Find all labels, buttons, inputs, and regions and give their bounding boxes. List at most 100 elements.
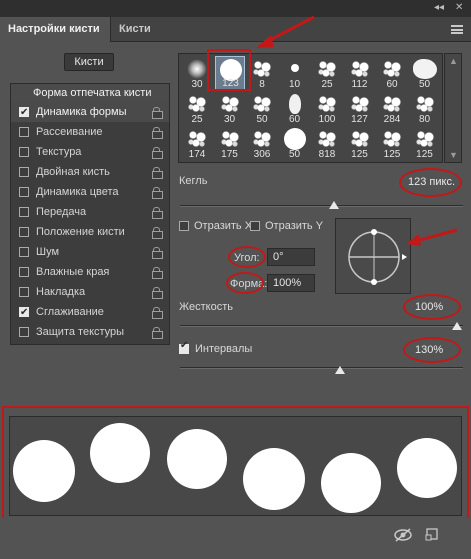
brush-tip-cell[interactable]: 125 [410,126,440,160]
spacing-slider-thumb[interactable] [335,366,345,374]
brush-tip-cell[interactable]: 25 [182,91,212,125]
lock-icon[interactable] [152,167,163,179]
setting-checkbox[interactable] [19,227,29,237]
lock-icon[interactable] [152,127,163,139]
setting-item[interactable]: Текстура [11,142,169,162]
hardness-slider-track[interactable] [180,325,463,327]
lock-icon[interactable] [152,267,163,279]
setting-checkbox[interactable] [19,207,29,217]
brush-tip-preview-icon [288,94,301,114]
setting-checkbox[interactable] [19,103,29,123]
lock-icon[interactable] [152,147,163,159]
lock-icon[interactable] [152,307,163,319]
roundness-input[interactable]: 100% [267,274,315,292]
spacing-slider-track[interactable] [180,367,463,369]
setting-item[interactable]: Накладка [11,282,169,302]
brush-tip-preview-icon [349,129,370,149]
angle-input[interactable]: 0° [267,248,315,266]
panel-menu-icon[interactable] [451,25,463,34]
brush-tip-size: 125 [351,149,368,160]
brush-tip-cell[interactable]: 818 [312,126,342,160]
setting-item[interactable]: Сглаживание [11,302,169,323]
brush-tip-cell[interactable]: 50 [280,126,310,160]
setting-item[interactable]: Рассеивание [11,122,169,142]
brush-tip-cell[interactable]: 10 [280,56,310,90]
brush-tip-cell[interactable]: 306 [247,126,277,160]
collapse-icon[interactable]: ◂◂ [434,2,444,13]
close-icon[interactable]: ✕ [455,2,463,13]
tab-brushes[interactable]: Кисти [111,17,159,42]
spacing-checkbox[interactable] [179,340,189,354]
size-slider-track[interactable] [180,205,463,207]
setting-item[interactable]: Динамика цвета [11,182,169,202]
scroll-up-icon[interactable]: ▲ [449,56,458,66]
create-new-brush-icon[interactable] [425,527,439,541]
brush-tip-cell[interactable]: 100 [312,91,342,125]
lock-icon[interactable] [152,187,163,199]
brush-tip-cell[interactable]: 175 [215,126,245,160]
brush-tip-cell[interactable]: 60 [280,91,310,125]
brush-tip-cell[interactable]: 8 [247,56,277,90]
brush-tip-cell[interactable]: 125 [345,126,375,160]
brush-tip-cell[interactable]: 30 [215,91,245,125]
preview-dab [321,453,381,513]
size-slider-thumb[interactable] [329,201,339,209]
setting-item[interactable]: Передача [11,202,169,222]
grid-scrollbar[interactable]: ▲ ▼ [444,53,462,163]
setting-item[interactable]: Двойная кисть [11,162,169,182]
brush-tip-size: 60 [288,114,301,125]
setting-item[interactable]: Влажные края [11,262,169,282]
flip-x-checkbox[interactable] [179,221,189,231]
annotation-oval-spacing [403,337,461,363]
setting-label: Динамика формы [36,106,127,118]
setting-checkbox[interactable] [19,267,29,277]
lock-icon[interactable] [152,327,163,339]
hardness-slider-thumb[interactable] [452,322,462,330]
setting-item[interactable]: Защита текстуры [11,322,169,342]
brush-tip-cell[interactable]: 60 [377,56,407,90]
lock-icon[interactable] [152,107,163,119]
setting-checkbox[interactable] [19,187,29,197]
spacing-label[interactable]: Интервалы [195,343,252,355]
brush-tip-cell[interactable]: 127 [345,91,375,125]
setting-checkbox[interactable] [19,147,29,157]
setting-checkbox[interactable] [19,167,29,177]
setting-checkbox[interactable] [19,287,29,297]
angle-roundness-dial[interactable] [335,218,411,294]
annotation-oval-hardness [403,294,461,320]
setting-item[interactable]: Динамика формы [11,102,169,123]
lock-icon[interactable] [152,247,163,259]
toggle-live-tip-icon[interactable] [393,528,413,542]
brush-tip-preview-icon [252,94,272,114]
brush-tip-cell[interactable]: 284 [377,91,407,125]
setting-checkbox[interactable] [19,127,29,137]
flip-x-label[interactable]: Отразить X [194,220,252,232]
brush-tip-cell[interactable]: 25 [312,56,342,90]
lock-icon[interactable] [152,287,163,299]
brush-tip-shape-item[interactable]: Форма отпечатка кисти [11,84,169,102]
setting-item[interactable]: Положение кисти [11,222,169,242]
angle-dial-graphic[interactable] [336,219,412,295]
preview-dab [397,438,457,498]
brush-tip-cell[interactable]: 80 [410,91,440,125]
setting-label: Накладка [36,286,86,298]
brush-settings-list: Форма отпечатка кисти Динамика формы Расс… [10,83,170,345]
brush-tip-cell[interactable]: 50 [410,56,440,90]
brushes-button[interactable]: Кисти [64,53,114,71]
setting-checkbox[interactable] [19,327,29,337]
flip-y-label[interactable]: Отразить Y [265,220,323,232]
panel-bottom-bar [0,518,471,559]
brush-tip-cell[interactable]: 174 [182,126,212,160]
brush-tip-preview-icon [317,129,337,149]
brush-tip-cell[interactable]: 50 [247,91,277,125]
scroll-down-icon[interactable]: ▼ [449,150,458,160]
lock-icon[interactable] [152,207,163,219]
brush-tip-cell[interactable]: 125 [377,126,407,160]
tab-brush-settings[interactable]: Настройки кисти [0,17,111,42]
brush-tip-cell[interactable]: 112 [345,56,375,90]
setting-item[interactable]: Шум [11,242,169,262]
lock-icon[interactable] [152,227,163,239]
setting-checkbox[interactable] [19,303,29,323]
setting-checkbox[interactable] [19,247,29,257]
flip-y-checkbox[interactable] [250,221,260,231]
